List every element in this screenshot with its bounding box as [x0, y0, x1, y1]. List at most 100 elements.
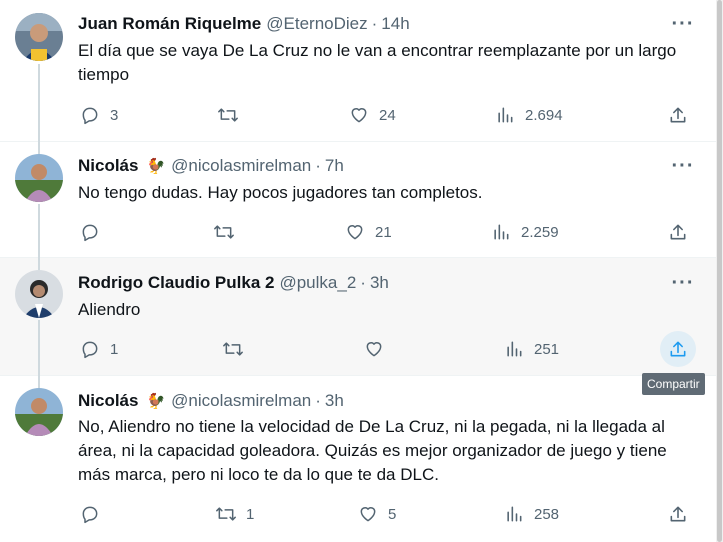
retweet-button[interactable]	[210, 97, 248, 133]
reply-icon	[72, 496, 108, 532]
tweet-header: Nicolás 🐓 @nicolasmirelman · 3h	[78, 390, 344, 412]
separator: ·	[315, 156, 321, 175]
action-bar: 1 5 258	[70, 496, 710, 532]
like-count: 5	[388, 505, 397, 523]
display-name[interactable]: Nicolás	[78, 391, 138, 411]
share-icon	[660, 97, 696, 133]
views-button[interactable]: 251	[496, 331, 559, 367]
like-icon	[350, 496, 386, 532]
views-button[interactable]: 258	[496, 496, 559, 532]
like-button[interactable]: 21	[337, 214, 392, 250]
display-name[interactable]: Nicolás	[78, 156, 138, 176]
retweet-icon	[206, 214, 242, 250]
views-button[interactable]: 2.259	[483, 214, 559, 250]
reply-count: 1	[110, 340, 119, 358]
thread-line	[38, 258, 40, 270]
view-count: 258	[534, 505, 560, 523]
like-button[interactable]	[356, 331, 394, 367]
retweet-icon	[208, 496, 244, 532]
share-icon	[660, 496, 696, 532]
tweet-header: Nicolás 🐓 @nicolasmirelman · 7h	[78, 155, 344, 177]
tweet[interactable]: Rodrigo Claudio Pulka 2 @pulka_2 · 3h ··…	[0, 258, 716, 376]
avatar[interactable]	[15, 154, 63, 202]
view-count: 2.259	[521, 223, 559, 241]
tweet-header: Juan Román Riquelme @EternoDiez · 14h	[78, 13, 410, 35]
retweet-button[interactable]	[206, 214, 244, 250]
user-handle[interactable]: @EternoDiez	[266, 14, 367, 34]
tweet-header: Rodrigo Claudio Pulka 2 @pulka_2 · 3h	[78, 272, 389, 294]
reply-thread: Juan Román Riquelme @EternoDiez · 14h ··…	[0, 0, 716, 542]
views-icon	[496, 496, 532, 532]
share-button[interactable]	[660, 214, 696, 250]
tweet[interactable]: Nicolás 🐓 @nicolasmirelman · 7h ··· No t…	[0, 142, 716, 258]
views-button[interactable]: 2.694	[487, 97, 563, 133]
like-button[interactable]: 5	[350, 496, 396, 532]
retweet-icon	[210, 97, 246, 133]
retweet-button[interactable]: 1	[208, 496, 254, 532]
views-icon	[496, 331, 532, 367]
like-count: 21	[375, 223, 392, 241]
display-name[interactable]: Rodrigo Claudio Pulka 2	[78, 273, 274, 293]
rooster-emoji: 🐓	[146, 158, 166, 175]
tweet[interactable]: Juan Román Riquelme @EternoDiez · 14h ··…	[0, 0, 716, 142]
user-handle[interactable]: @nicolasmirelman	[171, 391, 311, 411]
reply-button[interactable]: 3	[72, 97, 118, 133]
user-handle[interactable]: @nicolasmirelman	[171, 156, 311, 176]
timestamp[interactable]: 7h	[325, 156, 344, 176]
avatar[interactable]	[15, 270, 63, 318]
retweet-button[interactable]	[215, 331, 253, 367]
thread-line	[38, 64, 40, 142]
tweet[interactable]: Nicolás 🐓 @nicolasmirelman · 3h No, Alie…	[0, 376, 716, 542]
avatar[interactable]	[15, 13, 63, 61]
thread-line	[38, 376, 40, 388]
avatar[interactable]	[15, 388, 63, 436]
share-button[interactable]	[660, 331, 696, 367]
tweet-text: No, Aliendro no tiene la velocidad de De…	[78, 417, 667, 484]
thread-line	[38, 204, 40, 258]
reply-button[interactable]	[72, 214, 110, 250]
views-icon	[483, 214, 519, 250]
user-handle[interactable]: @pulka_2	[279, 273, 356, 293]
reply-button[interactable]	[72, 496, 110, 532]
thread-line	[38, 320, 40, 376]
scrollbar[interactable]	[716, 0, 723, 542]
retweet-icon	[215, 331, 251, 367]
timestamp[interactable]: 3h	[325, 391, 344, 411]
reply-icon	[72, 331, 108, 367]
like-icon	[337, 214, 373, 250]
tweet-text: El día que se vaya De La Cruz no le van …	[78, 41, 677, 84]
reply-icon	[72, 97, 108, 133]
retweet-count: 1	[246, 505, 255, 523]
share-icon	[660, 214, 696, 250]
rooster-emoji: 🐓	[146, 393, 166, 410]
like-button[interactable]: 24	[341, 97, 396, 133]
tweet-text: Aliendro	[78, 300, 141, 319]
reply-icon	[72, 214, 108, 250]
separator: ·	[360, 273, 366, 292]
share-button[interactable]	[660, 496, 696, 532]
view-count: 251	[534, 340, 560, 358]
reply-count: 3	[110, 106, 119, 124]
action-bar: 1 251	[70, 331, 710, 367]
share-tooltip: Compartir	[642, 373, 705, 395]
like-icon	[341, 97, 377, 133]
more-icon[interactable]: ···	[668, 272, 698, 294]
timestamp[interactable]: 3h	[370, 273, 389, 293]
separator: ·	[315, 391, 321, 410]
more-icon[interactable]: ···	[668, 13, 698, 35]
views-icon	[487, 97, 523, 133]
like-count: 24	[379, 106, 396, 124]
share-button[interactable]	[660, 97, 696, 133]
timestamp[interactable]: 14h	[381, 14, 409, 34]
reply-button[interactable]: 1	[72, 331, 118, 367]
view-count: 2.694	[525, 106, 563, 124]
display-name[interactable]: Juan Román Riquelme	[78, 14, 261, 34]
tweet-text: No tengo dudas. Hay pocos jugadores tan …	[78, 183, 483, 202]
like-icon	[356, 331, 392, 367]
share-icon	[660, 331, 696, 367]
action-bar: 21 2.259	[70, 214, 710, 250]
more-icon[interactable]: ···	[668, 155, 698, 177]
separator: ·	[371, 14, 378, 33]
scrollbar-thumb[interactable]	[717, 0, 722, 542]
action-bar: 3 24 2.694	[70, 97, 710, 133]
